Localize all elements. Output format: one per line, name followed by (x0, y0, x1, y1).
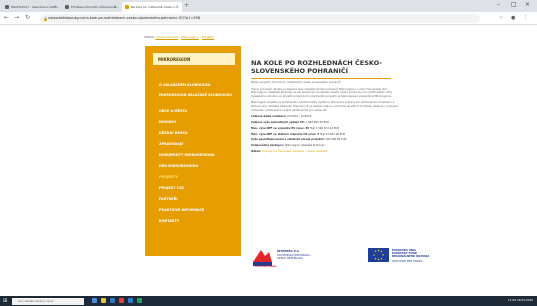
sidebar-item-dokumenty[interactable]: DOKUMENTY MIKROREGIONU (159, 153, 234, 157)
info-line: Celkové výše způsobilých výdajů VP: 1 68… (251, 121, 401, 125)
file-explorer-icon[interactable] (101, 298, 106, 303)
sidebar-heading: MIKROREGION (153, 53, 235, 65)
article-paragraph: Hlavní přínosem daného je zlepšení stav … (251, 87, 393, 98)
info-value: 1 684 993,78 EUR (305, 120, 329, 124)
article: NA KOLE PO ROZHLEDNÁCH ČESKO-SLOVENSKÉHO… (251, 59, 401, 156)
system-tray[interactable]: 11:09 18.05.2020 (508, 298, 533, 302)
page-title: NA KOLE PO ROZHLEDNÁCH ČESKO-SLOVENSKÉHO… (251, 59, 382, 75)
clock-date: 18.05.2020 (516, 298, 533, 302)
sidebar-item-projekt-css[interactable]: PROJEKT CSS (159, 186, 234, 190)
info-link[interactable]: Interreg V-A Slovenská republika - Česká… (262, 150, 327, 153)
browser-tab[interactable]: EDAFO2017 - Seznámení Aktiv... × (2, 2, 60, 12)
tab-favicon-icon (65, 5, 69, 9)
info-line: Odkaz: Interreg V-A Slovenská republika … (251, 150, 401, 154)
info-label: Max. výše NPF ve výsledku EU (max. 85 %)… (251, 126, 315, 130)
sidebar-item-o-valasskem-klobouckum[interactable]: O VALAŠSKÉM KLOBOUCKU (159, 83, 234, 87)
eu-line3: REGIONÁLNEHO ROZVOJA (392, 255, 430, 259)
info-value: Mikroregion Valašské Klobouky (284, 144, 325, 148)
article-paragraph: Mikroregion projektu je zpřístupnění cyk… (251, 101, 399, 112)
breadcrumb-link-projekty[interactable]: Projekty (202, 35, 214, 39)
sidebar-item-uredni-deska[interactable]: ÚŘEDNÍ DESKA (159, 131, 234, 135)
interreg-logo-icon (251, 246, 273, 268)
minimize-icon[interactable]: – (497, 1, 500, 8)
maximize-icon[interactable]: □ (511, 1, 517, 8)
info-label: Výše spolufinancování z vlastních zdrojů… (251, 138, 325, 142)
info-value: 1 590 672,16 EUR (315, 126, 340, 130)
interreg-line3: ČESKÁ REPUBLIKA (277, 256, 303, 261)
taskbar-search-input[interactable]: Sem zadejte hledaný výraz (12, 297, 84, 305)
close-window-icon[interactable]: × (525, 1, 530, 8)
info-label: Odkaz: (251, 149, 262, 153)
forward-icon[interactable]: → (14, 14, 19, 21)
windows-start-icon[interactable]: ⊞ (3, 298, 7, 304)
lock-icon: 🔒 (43, 16, 48, 21)
url-text: valasskeklobouky.cz/na-kole-po-rozhledna… (48, 16, 200, 20)
sidebar-item-novinky[interactable]: NOVINKY (159, 120, 234, 124)
tab-close-icon[interactable]: × (176, 4, 179, 9)
info-value: 07/2019 - 12/2020 (287, 115, 312, 119)
sidebar-item-den-mikroregionu[interactable]: DEN MIKROREGIONU (159, 164, 234, 168)
browser-tab-bar: EDAFO2017 - Seznámení Aktiv... × Přihláš… (0, 0, 537, 12)
info-line: Max. výše NPF ve výsledku EU (max. 85 %)… (251, 127, 401, 131)
sidebar-menu: MIKROREGION O VALAŠSKÉM KLOBOUCKU MIKROR… (145, 46, 241, 256)
browser-toolbar: ← → ↻ 🔒 valasskeklobouky.cz/na-kole-po-r… (0, 12, 537, 25)
clock-time: 11:09 (508, 298, 517, 302)
extension-icons[interactable]: ☆ ● ⋮ (499, 15, 531, 21)
chrome-icon[interactable] (119, 298, 124, 303)
tab-title: Na kole po rozhledně česko-s... (131, 5, 178, 9)
sidebar-item-obce-a-mesta[interactable]: OBCE A MĚSTA (159, 109, 234, 113)
info-value: 183 096,69 EUR (325, 138, 347, 142)
reload-icon[interactable]: ↻ (25, 14, 30, 21)
info-line: Zodpovědný zástupce: Mikroregion Valašsk… (251, 144, 401, 148)
sidebar-item-prakticke-informace[interactable]: PRAKTICKÉ INFORMACE (159, 208, 234, 212)
browser-tab[interactable]: Přihlášení Prioritní přístupnost... × (62, 2, 120, 12)
info-line: Celková délka realizace: 07/2019 - 12/20… (251, 115, 401, 119)
breadcrumb-prefix: CESTA: (144, 35, 155, 39)
task-view-icon[interactable] (92, 298, 97, 303)
info-value: 91 822,96 EUR (325, 132, 346, 136)
word-icon[interactable] (128, 298, 133, 303)
tab-title: EDAFO2017 - Seznámení Aktiv... (11, 5, 60, 9)
tab-close-icon[interactable]: × (54, 4, 57, 9)
interreg-text: INTERREG V-A SLOVENSKÁ REPUBLIKA – ČESKÁ… (277, 249, 312, 261)
tab-close-icon[interactable]: × (114, 4, 117, 9)
sidebar-item-projekty[interactable]: PROJEKTY (159, 175, 234, 179)
back-icon[interactable]: ← (4, 14, 9, 21)
sidebar-item-partneri[interactable]: PARTNEŘI (159, 197, 234, 201)
eu-line4: SPOLOČNE BEZ HRANÍC (392, 259, 423, 263)
interreg-badge: SPOLU BEZ HRANÍC (255, 266, 277, 268)
breadcrumb-link-home[interactable]: Úvodní stránka (155, 35, 178, 39)
sidebar-item-zpravodaje[interactable]: ZPRAVODAJE (159, 142, 234, 146)
edge-icon[interactable] (110, 298, 115, 303)
funding-logos: INTERREG V-A SLOVENSKÁ REPUBLIKA – ČESKÁ… (251, 246, 431, 272)
sidebar-item-mikroregion[interactable]: MIKROREGION VALAŠSKÉ KLOBOUCKO (159, 93, 234, 97)
info-line: Výše spolufinancování z vlastních zdrojů… (251, 138, 401, 142)
info-line: Max. výše NPF ve státním rozpočtu ČR (ma… (251, 133, 401, 137)
address-bar[interactable]: 🔒 valasskeklobouky.cz/na-kole-po-rozhled… (40, 14, 480, 23)
breadcrumb: CESTA: Úvodní stránka › Mikroregion › Pr… (144, 35, 215, 39)
eu-flag-icon (368, 248, 389, 262)
article-paragraph: Název projektu: Na kole po rozhlednách č… (251, 81, 341, 84)
browser-tab-active[interactable]: Na kole po rozhledně česko-s... × (122, 2, 182, 12)
web-page: CESTA: Úvodní stránka › Mikroregion › Pr… (0, 25, 537, 296)
tab-favicon-icon (125, 5, 129, 9)
new-tab-icon[interactable]: + (184, 2, 189, 9)
info-label: Zodpovědný zástupce: (251, 144, 284, 148)
tab-title: Přihlášení Prioritní přístupnost... (71, 5, 119, 9)
eu-text: EURÓPSKA ÚNIA EURÓPSKY FOND REGIONÁLNEHO… (392, 249, 429, 263)
tab-favicon-icon (5, 5, 9, 9)
info-label: Celková délka realizace: (251, 115, 287, 119)
title-divider (251, 78, 391, 79)
info-label: Max. výše NPF ve státním rozpočtu ČR (ma… (251, 132, 325, 136)
breadcrumb-link-mikroregion[interactable]: Mikroregion (181, 35, 199, 39)
excel-icon[interactable] (137, 298, 142, 303)
windows-taskbar: ⊞ Sem zadejte hledaný výraz 11:09 18.05.… (0, 296, 537, 306)
info-label: Celkové výše způsobilých výdajů VP: (251, 120, 305, 124)
sidebar-item-kontakty[interactable]: KONTAKTY (159, 219, 234, 223)
